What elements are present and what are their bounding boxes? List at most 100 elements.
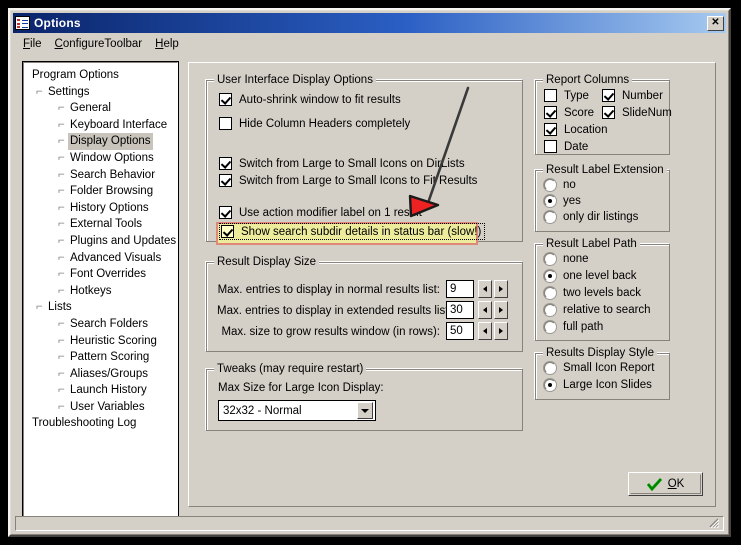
combo-max-size-large-icon-value: 32x32 - Normal xyxy=(223,404,302,417)
radio-label-path-full-path-dot[interactable] xyxy=(544,321,556,333)
tree-item-advanced-visuals[interactable]: ⌐ Advanced Visuals xyxy=(28,250,177,267)
checkbox-auto-shrink-window-box[interactable] xyxy=(219,93,232,106)
radio-label-path-relative-to-search[interactable]: relative to search xyxy=(544,304,651,316)
checkbox-hide-column-headers-box[interactable] xyxy=(219,117,232,130)
tree-item-troubleshooting-log[interactable]: Troubleshooting Log xyxy=(28,415,177,432)
window-title-buttons: ✕ xyxy=(707,15,724,31)
spinner-down-icon[interactable] xyxy=(478,301,492,319)
resize-grip-icon[interactable] xyxy=(707,516,719,528)
checkbox-auto-shrink-window-label: Auto-shrink window to fit results xyxy=(239,93,401,106)
radio-label-path-full-path[interactable]: full path xyxy=(544,321,603,333)
tree-item-pattern-scoring[interactable]: ⌐ Pattern Scoring xyxy=(28,349,177,366)
radio-label-path-two-levels-back-dot[interactable] xyxy=(544,287,556,299)
spinner-max-entries-normal[interactable] xyxy=(478,280,510,298)
input-max-size-grow[interactable]: 50 xyxy=(446,322,474,340)
checkbox-column-score[interactable]: Score xyxy=(544,106,594,119)
combo-max-size-large-icon[interactable]: 32x32 - Normal xyxy=(218,400,376,421)
spinner-max-entries-extended[interactable] xyxy=(478,301,510,319)
radio-label-path-one-level-back[interactable]: one level back xyxy=(544,270,637,282)
tree-item-keyboard-interface[interactable]: ⌐ Keyboard Interface xyxy=(28,117,177,134)
ok-button[interactable]: OK xyxy=(628,472,703,496)
tree-item-font-overrides[interactable]: ⌐ Font Overrides xyxy=(28,266,177,283)
radio-style-small-icon-report-label: Small Icon Report xyxy=(563,362,655,374)
radio-label-path-one-level-back-dot[interactable] xyxy=(544,270,556,282)
menu-configuretoolbar[interactable]: ConfigureToolbar xyxy=(50,37,151,51)
radio-label-extension-no[interactable]: no xyxy=(544,179,576,191)
tree-item-window-options[interactable]: ⌐ Window Options xyxy=(28,150,177,167)
input-max-entries-normal[interactable]: 9 xyxy=(446,280,474,298)
checkbox-column-location-box[interactable] xyxy=(544,123,557,136)
radio-label-path-none-dot[interactable] xyxy=(544,253,556,265)
checkbox-show-search-subdir-details[interactable]: Show search subdir details in status bar… xyxy=(218,223,486,240)
radio-label-extension-no-dot[interactable] xyxy=(544,179,556,191)
checkbox-switch-small-icons-fit-results-box[interactable] xyxy=(219,174,232,187)
radio-style-small-icon-report[interactable]: Small Icon Report xyxy=(544,362,654,374)
checkbox-column-type-label: Type xyxy=(564,89,589,102)
ok-button-label: OK xyxy=(667,478,685,490)
radio-label-path-relative-to-search-dot[interactable] xyxy=(544,304,556,316)
input-max-entries-extended[interactable]: 30 xyxy=(446,301,474,319)
checkbox-column-type-box[interactable] xyxy=(544,89,557,102)
menu-help[interactable]: Help xyxy=(150,37,187,51)
checkbox-column-date-box[interactable] xyxy=(544,140,557,153)
settings-content-panel: User Interface Display Options Auto-shri… xyxy=(188,62,716,507)
radio-style-large-icon-slides-label: Large Icon Slides xyxy=(563,379,652,391)
checkbox-column-number[interactable]: Number xyxy=(602,89,663,102)
label-max-entries-normal: Max. entries to display in normal result… xyxy=(217,284,440,296)
radio-style-large-icon-slides-dot[interactable] xyxy=(544,379,556,391)
tree-item-hotkeys[interactable]: ⌐ Hotkeys xyxy=(28,283,177,300)
checkbox-switch-small-icons-dirlists[interactable]: Switch from Large to Small Icons on DirL… xyxy=(219,157,465,170)
radio-label-path-none-label: none xyxy=(563,253,589,265)
spinner-up-icon[interactable] xyxy=(494,280,508,298)
checkbox-column-slidenum-box[interactable] xyxy=(602,106,615,119)
checkbox-show-search-subdir-details-box[interactable] xyxy=(221,225,234,238)
label-max-size-large-icon: Max Size for Large Icon Display: xyxy=(218,382,384,394)
tree-item-external-tools[interactable]: ⌐ External Tools xyxy=(28,216,177,233)
tree-item-program-options[interactable]: Program Options xyxy=(28,67,177,84)
tree-item-plugins-and-updates[interactable]: ⌐ Plugins and Updates xyxy=(28,233,177,250)
checkbox-hide-column-headers[interactable]: Hide Column Headers completely xyxy=(219,117,410,130)
checkbox-column-number-box[interactable] xyxy=(602,89,615,102)
checkbox-switch-small-icons-dirlists-box[interactable] xyxy=(219,157,232,170)
tree-item-heuristic-scoring[interactable]: ⌐ Heuristic Scoring xyxy=(28,333,177,350)
tree-item-aliases-groups[interactable]: ⌐ Aliases/Groups xyxy=(28,366,177,383)
tree-item-search-behavior[interactable]: ⌐ Search Behavior xyxy=(28,167,177,184)
tree-item-history-options[interactable]: ⌐ History Options xyxy=(28,200,177,217)
settings-tree-panel[interactable]: Program Options ⌐ Settings ⌐ General ⌐ K… xyxy=(22,61,179,522)
tree-item-launch-history[interactable]: ⌐ Launch History xyxy=(28,382,177,399)
checkbox-column-type[interactable]: Type xyxy=(544,89,589,102)
checkbox-use-action-modifier-label[interactable]: Use action modifier label on 1 result xyxy=(219,206,422,219)
checkbox-column-location[interactable]: Location xyxy=(544,123,607,136)
spinner-up-icon[interactable] xyxy=(494,322,508,340)
radio-label-path-two-levels-back[interactable]: two levels back xyxy=(544,287,641,299)
spinner-down-icon[interactable] xyxy=(478,280,492,298)
checkbox-column-slidenum[interactable]: SlideNum xyxy=(602,106,672,119)
radio-label-extension-only-dir-listings-dot[interactable] xyxy=(544,211,556,223)
spinner-down-icon[interactable] xyxy=(478,322,492,340)
radio-style-large-icon-slides[interactable]: Large Icon Slides xyxy=(544,379,652,391)
radio-label-extension-yes-dot[interactable] xyxy=(544,195,556,207)
menu-file[interactable]: File xyxy=(18,37,50,51)
checkbox-column-date[interactable]: Date xyxy=(544,140,588,153)
tree-item-lists[interactable]: ⌐ Lists xyxy=(28,299,177,316)
spinner-max-size-grow[interactable] xyxy=(478,322,510,340)
radio-style-small-icon-report-dot[interactable] xyxy=(544,362,556,374)
checkbox-use-action-modifier-label-box[interactable] xyxy=(219,206,232,219)
desktop-background: Options ✕ File ConfigureToolbar Help Pro… xyxy=(0,0,741,545)
checkbox-auto-shrink-window[interactable]: Auto-shrink window to fit results xyxy=(219,93,401,106)
tree-item-settings[interactable]: ⌐ Settings xyxy=(28,84,177,101)
tree-item-display-options[interactable]: ⌐ Display Options xyxy=(28,133,177,150)
checkbox-switch-small-icons-fit-results[interactable]: Switch from Large to Small Icons to Fit … xyxy=(219,174,477,187)
tree-item-folder-browsing[interactable]: ⌐ Folder Browsing xyxy=(28,183,177,200)
group-result-display-size-caption: Result Display Size xyxy=(214,256,320,268)
chevron-down-icon[interactable] xyxy=(357,402,373,419)
checkbox-column-score-box[interactable] xyxy=(544,106,557,119)
close-icon[interactable]: ✕ xyxy=(707,15,724,31)
spinner-up-icon[interactable] xyxy=(494,301,508,319)
tree-item-search-folders[interactable]: ⌐ Search Folders xyxy=(28,316,177,333)
radio-label-extension-only-dir-listings[interactable]: only dir listings xyxy=(544,211,638,223)
tree-item-user-variables[interactable]: ⌐ User Variables xyxy=(28,399,177,416)
tree-item-general[interactable]: ⌐ General xyxy=(28,100,177,117)
radio-label-path-none[interactable]: none xyxy=(544,253,589,265)
radio-label-extension-yes[interactable]: yes xyxy=(544,195,581,207)
